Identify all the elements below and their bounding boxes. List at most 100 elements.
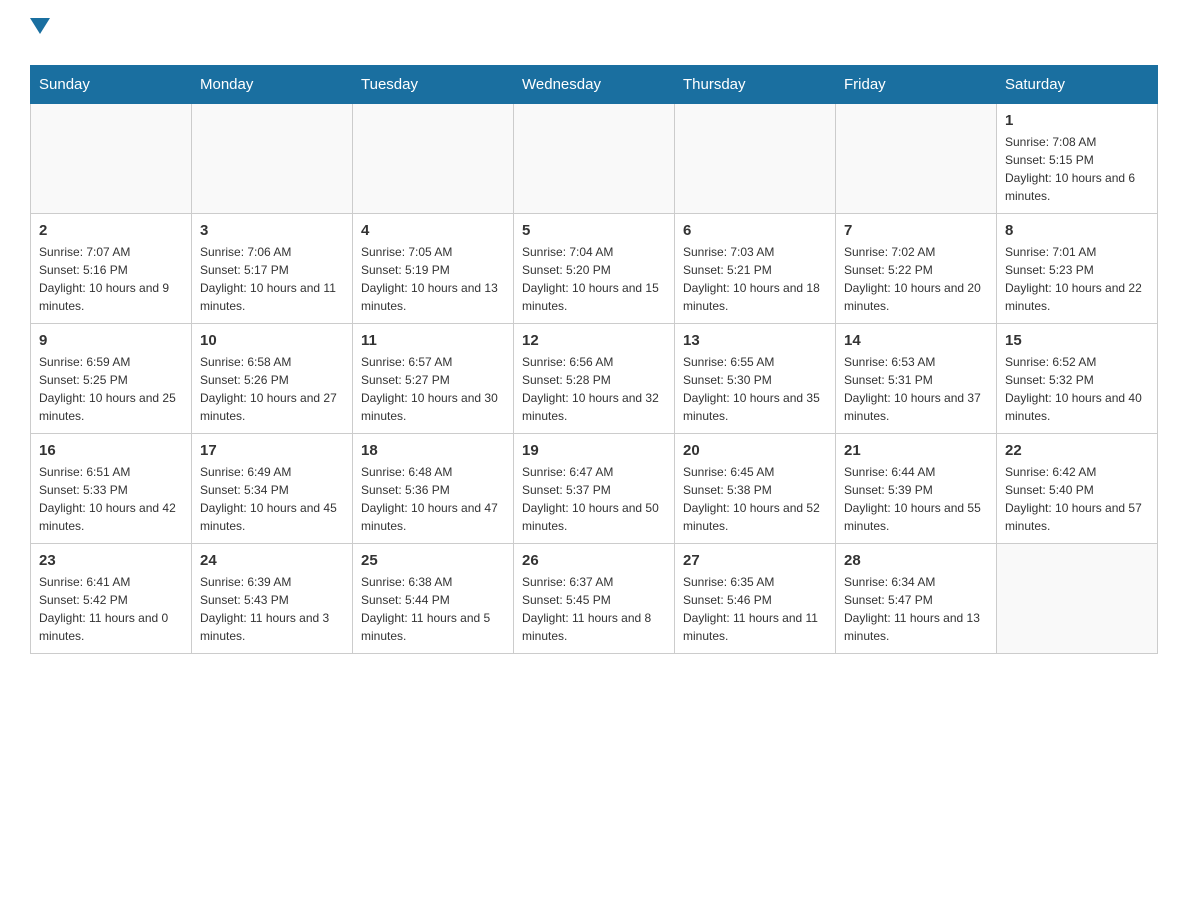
day-number: 19: [522, 442, 666, 459]
day-info: Sunrise: 6:39 AM Sunset: 5:43 PM Dayligh…: [200, 573, 344, 645]
calendar-cell: 6Sunrise: 7:03 AM Sunset: 5:21 PM Daylig…: [675, 214, 836, 324]
day-info: Sunrise: 6:44 AM Sunset: 5:39 PM Dayligh…: [844, 463, 988, 535]
calendar-cell: 4 Sunrise: 7:05 AM Sunset: 5:19 PM Daylig…: [353, 214, 514, 324]
week-row-3: 9 Sunrise: 6:59 AM Sunset: 5:25 PM Daylig…: [31, 324, 1158, 434]
day-number: 23: [39, 552, 183, 569]
page-header: [30, 20, 1158, 45]
weekday-header-sunday: Sunday: [31, 66, 192, 104]
calendar-cell: 23 Sunrise: 6:41 AM Sunset: 5:42 PM Dayli…: [31, 544, 192, 654]
day-info: Sunrise: 7:06 AM Sunset: 5:17 PM Dayligh…: [200, 243, 344, 315]
day-number: 5: [522, 222, 666, 239]
day-info: Sunrise: 6:37 AM Sunset: 5:45 PM Dayligh…: [522, 573, 666, 645]
weekday-header-friday: Friday: [836, 66, 997, 104]
day-number: 12: [522, 332, 666, 349]
day-info: Sunrise: 6:48 AM Sunset: 5:36 PM Dayligh…: [361, 463, 505, 535]
week-row-4: 16 Sunrise: 6:51 AM Sunset: 5:33 PM Dayli…: [31, 434, 1158, 544]
day-info: Sunrise: 6:34 AM Sunset: 5:47 PM Dayligh…: [844, 573, 988, 645]
day-info: Sunrise: 7:08 AM Sunset: 5:15 PM Dayligh…: [1005, 133, 1149, 205]
calendar-cell: 7 Sunrise: 7:02 AM Sunset: 5:22 PM Daylig…: [836, 214, 997, 324]
day-info: Sunrise: 7:07 AM Sunset: 5:16 PM Dayligh…: [39, 243, 183, 315]
day-info: Sunrise: 6:42 AM Sunset: 5:40 PM Dayligh…: [1005, 463, 1149, 535]
logo: [30, 20, 50, 45]
day-number: 7: [844, 222, 988, 239]
day-info: Sunrise: 6:49 AM Sunset: 5:34 PM Dayligh…: [200, 463, 344, 535]
day-number: 24: [200, 552, 344, 569]
calendar-cell: 15 Sunrise: 6:52 AM Sunset: 5:32 PM Dayli…: [997, 324, 1158, 434]
calendar-cell: 3 Sunrise: 7:06 AM Sunset: 5:17 PM Daylig…: [192, 214, 353, 324]
calendar-cell: 9 Sunrise: 6:59 AM Sunset: 5:25 PM Daylig…: [31, 324, 192, 434]
day-number: 8: [1005, 222, 1149, 239]
calendar-cell: [353, 104, 514, 214]
calendar-cell: 20 Sunrise: 6:45 AM Sunset: 5:38 PM Dayli…: [675, 434, 836, 544]
day-info: Sunrise: 6:53 AM Sunset: 5:31 PM Dayligh…: [844, 353, 988, 425]
day-info: Sunrise: 6:45 AM Sunset: 5:38 PM Dayligh…: [683, 463, 827, 535]
weekday-header-thursday: Thursday: [675, 66, 836, 104]
week-row-5: 23 Sunrise: 6:41 AM Sunset: 5:42 PM Dayli…: [31, 544, 1158, 654]
calendar-cell: 16 Sunrise: 6:51 AM Sunset: 5:33 PM Dayli…: [31, 434, 192, 544]
day-number: 1: [1005, 112, 1149, 129]
day-number: 26: [522, 552, 666, 569]
calendar-cell: [997, 544, 1158, 654]
day-info: Sunrise: 7:02 AM Sunset: 5:22 PM Dayligh…: [844, 243, 988, 315]
logo-triangle-icon: [30, 18, 50, 38]
day-number: 21: [844, 442, 988, 459]
day-number: 25: [361, 552, 505, 569]
day-number: 2: [39, 222, 183, 239]
day-info: Sunrise: 6:51 AM Sunset: 5:33 PM Dayligh…: [39, 463, 183, 535]
calendar-cell: 11 Sunrise: 6:57 AM Sunset: 5:27 PM Dayli…: [353, 324, 514, 434]
calendar-cell: 10 Sunrise: 6:58 AM Sunset: 5:26 PM Dayli…: [192, 324, 353, 434]
day-info: Sunrise: 6:35 AM Sunset: 5:46 PM Dayligh…: [683, 573, 827, 645]
day-info: Sunrise: 6:58 AM Sunset: 5:26 PM Dayligh…: [200, 353, 344, 425]
day-info: Sunrise: 7:01 AM Sunset: 5:23 PM Dayligh…: [1005, 243, 1149, 315]
day-info: Sunrise: 6:41 AM Sunset: 5:42 PM Dayligh…: [39, 573, 183, 645]
calendar-cell: [675, 104, 836, 214]
day-number: 13: [683, 332, 827, 349]
day-info: Sunrise: 6:57 AM Sunset: 5:27 PM Dayligh…: [361, 353, 505, 425]
day-info: Sunrise: 7:04 AM Sunset: 5:20 PM Dayligh…: [522, 243, 666, 315]
weekday-header-saturday: Saturday: [997, 66, 1158, 104]
calendar-cell: 14 Sunrise: 6:53 AM Sunset: 5:31 PM Dayli…: [836, 324, 997, 434]
calendar-cell: 27 Sunrise: 6:35 AM Sunset: 5:46 PM Dayli…: [675, 544, 836, 654]
week-row-1: 1 Sunrise: 7:08 AM Sunset: 5:15 PM Daylig…: [31, 104, 1158, 214]
calendar-cell: 19 Sunrise: 6:47 AM Sunset: 5:37 PM Dayli…: [514, 434, 675, 544]
day-number: 3: [200, 222, 344, 239]
calendar-cell: 18 Sunrise: 6:48 AM Sunset: 5:36 PM Dayli…: [353, 434, 514, 544]
day-info: Sunrise: 6:55 AM Sunset: 5:30 PM Dayligh…: [683, 353, 827, 425]
day-number: 17: [200, 442, 344, 459]
calendar-cell: 24 Sunrise: 6:39 AM Sunset: 5:43 PM Dayli…: [192, 544, 353, 654]
week-row-2: 2 Sunrise: 7:07 AM Sunset: 5:16 PM Daylig…: [31, 214, 1158, 324]
day-number: 20: [683, 442, 827, 459]
calendar-cell: 8 Sunrise: 7:01 AM Sunset: 5:23 PM Daylig…: [997, 214, 1158, 324]
day-number: 18: [361, 442, 505, 459]
day-number: 9: [39, 332, 183, 349]
day-number: 4: [361, 222, 505, 239]
calendar-cell: 2 Sunrise: 7:07 AM Sunset: 5:16 PM Daylig…: [31, 214, 192, 324]
calendar-cell: 1 Sunrise: 7:08 AM Sunset: 5:15 PM Daylig…: [997, 104, 1158, 214]
day-number: 22: [1005, 442, 1149, 459]
calendar-cell: 21 Sunrise: 6:44 AM Sunset: 5:39 PM Dayli…: [836, 434, 997, 544]
day-info: Sunrise: 6:52 AM Sunset: 5:32 PM Dayligh…: [1005, 353, 1149, 425]
weekday-header-monday: Monday: [192, 66, 353, 104]
day-info: Sunrise: 6:59 AM Sunset: 5:25 PM Dayligh…: [39, 353, 183, 425]
day-number: 27: [683, 552, 827, 569]
day-number: 15: [1005, 332, 1149, 349]
calendar-cell: 17 Sunrise: 6:49 AM Sunset: 5:34 PM Dayli…: [192, 434, 353, 544]
calendar-cell: [31, 104, 192, 214]
day-info: Sunrise: 6:47 AM Sunset: 5:37 PM Dayligh…: [522, 463, 666, 535]
day-info: Sunrise: 7:05 AM Sunset: 5:19 PM Dayligh…: [361, 243, 505, 315]
weekday-header-row: SundayMondayTuesdayWednesdayThursdayFrid…: [31, 66, 1158, 104]
day-number: 10: [200, 332, 344, 349]
calendar-cell: 22 Sunrise: 6:42 AM Sunset: 5:40 PM Dayli…: [997, 434, 1158, 544]
calendar-cell: [836, 104, 997, 214]
calendar-cell: 28 Sunrise: 6:34 AM Sunset: 5:47 PM Dayli…: [836, 544, 997, 654]
calendar-table: SundayMondayTuesdayWednesdayThursdayFrid…: [30, 65, 1158, 654]
calendar-cell: [192, 104, 353, 214]
day-number: 11: [361, 332, 505, 349]
day-number: 28: [844, 552, 988, 569]
calendar-cell: [514, 104, 675, 214]
day-info: Sunrise: 6:56 AM Sunset: 5:28 PM Dayligh…: [522, 353, 666, 425]
day-number: 14: [844, 332, 988, 349]
day-info: Sunrise: 7:03 AM Sunset: 5:21 PM Dayligh…: [683, 243, 827, 315]
day-number: 16: [39, 442, 183, 459]
calendar-cell: 5 Sunrise: 7:04 AM Sunset: 5:20 PM Daylig…: [514, 214, 675, 324]
